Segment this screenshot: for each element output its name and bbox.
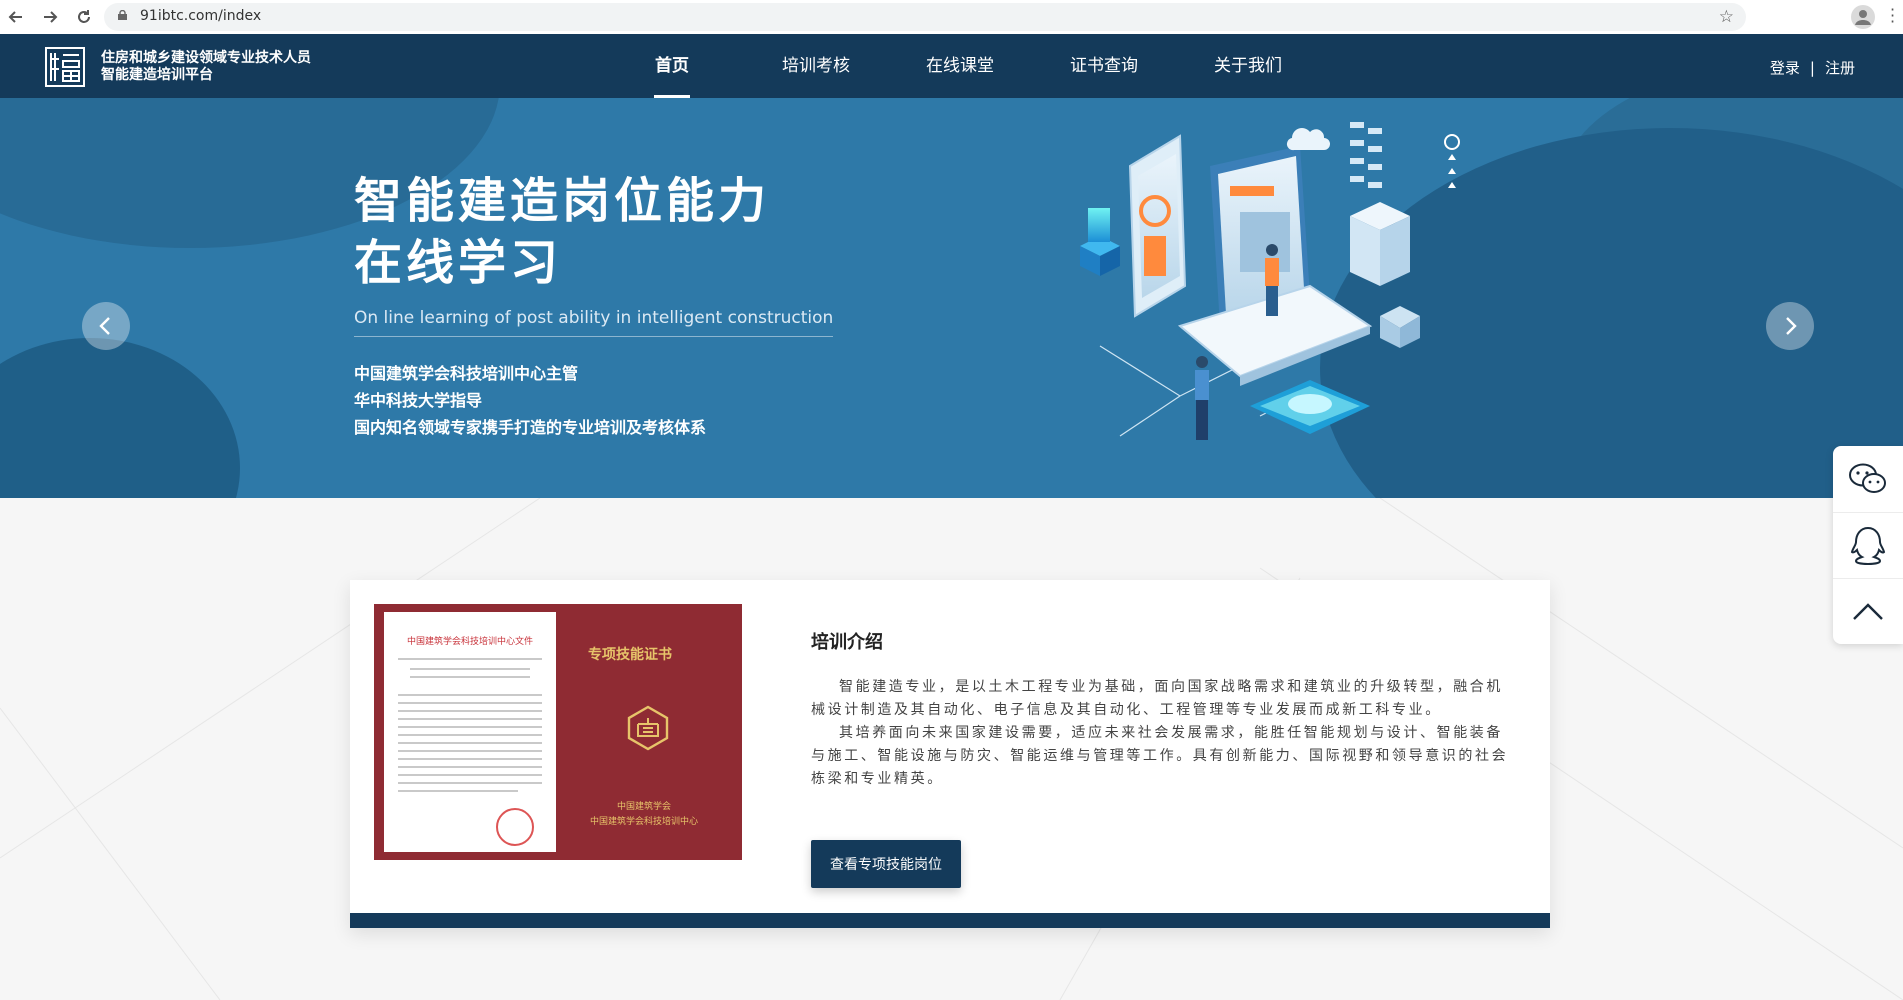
site-header: 住房和城乡建设领域专业技术人员 智能建造培训平台 首页 培训考核 在线课堂 证书… [0, 34, 1903, 98]
register-link[interactable]: 注册 [1825, 59, 1855, 77]
hero-banner: 智能建造岗位能力 在线学习 On line learning of post a… [0, 98, 1903, 498]
issuer-line1: 中国建筑学会 [616, 802, 671, 812]
main-nav: 首页 培训考核 在线课堂 证书查询 关于我们 [600, 34, 1320, 98]
view-special-skills-button[interactable]: 查看专项技能岗位 [811, 840, 961, 888]
certificate-issuer: 中国建筑学会 中国建筑学会科技培训中心 [574, 800, 714, 830]
address-bar[interactable]: 91ibtc.com/index ☆ [104, 3, 1746, 31]
certificate-emblem-icon [627, 705, 669, 751]
carousel-next-button[interactable] [1766, 302, 1814, 350]
kebab-icon[interactable]: · · · [1890, 2, 1895, 30]
site-logo-icon[interactable] [45, 47, 85, 87]
banner-decoration [0, 338, 240, 498]
card-bottom-bar [350, 913, 1550, 928]
carousel-prev-button[interactable] [82, 302, 130, 350]
banner-illustration [1080, 122, 1460, 440]
nav-training-exam[interactable]: 培训考核 [744, 34, 888, 98]
certificate-image: 中国建筑学会科技培训中心文件 专项技能证书 中国建筑学会 中国建筑学会科技培训中… [374, 604, 742, 860]
banner-bullets: 中国建筑学会科技培训中心主管 华中科技大学指导 国内知名领域专家携手打造的专业培… [354, 360, 706, 441]
banner-bullet: 中国建筑学会科技培训中心主管 [354, 364, 579, 383]
nav-about-us[interactable]: 关于我们 [1176, 34, 1320, 98]
certificate-document: 中国建筑学会科技培训中心文件 [384, 612, 556, 852]
lock-icon [118, 10, 127, 20]
issuer-line2: 中国建筑学会科技培训中心 [589, 817, 698, 827]
nav-certificate-query[interactable]: 证书查询 [1032, 34, 1176, 98]
auth-links: 登录 | 注册 [1770, 57, 1855, 78]
banner-headline: 智能建造岗位能力 在线学习 [354, 170, 770, 294]
nav-online-classroom[interactable]: 在线课堂 [888, 34, 1032, 98]
banner-bullet: 国内知名领域专家携手打造的专业培训及考核体系 [354, 418, 707, 437]
banner-headline-line1: 智能建造岗位能力 [354, 173, 771, 229]
certificate-cover-title: 专项技能证书 [588, 647, 672, 663]
url-text[interactable]: 91ibtc.com/index [140, 8, 261, 24]
banner-headline-line2: 在线学习 [354, 235, 563, 291]
account-icon[interactable] [1851, 5, 1875, 29]
intro-title: 培训介绍 [811, 632, 883, 653]
training-intro-card: 中国建筑学会科技培训中心文件 专项技能证书 中国建筑学会 中国建筑学会科技培训中… [350, 580, 1550, 928]
arrow-left-icon[interactable] [4, 5, 28, 29]
intro-paragraph: 智能建造专业，是以土木工程专业为基础，面向国家战略需求和建筑业的升级转型，融合机… [811, 679, 1503, 718]
intro-description: 智能建造专业，是以土木工程专业为基础，面向国家战略需求和建筑业的升级转型，融合机… [811, 676, 1517, 791]
arrow-right-icon[interactable] [38, 5, 62, 29]
banner-bullet: 华中科技大学指导 [354, 391, 483, 410]
reload-icon[interactable] [72, 5, 96, 29]
intro-paragraph: 其培养面向未来国家建设需要，适应未来社会发展需求，能胜任智能规划与设计、智能装备… [811, 725, 1509, 787]
chevron-right-icon [1786, 317, 1797, 335]
nav-home[interactable]: 首页 [600, 34, 744, 98]
login-link[interactable]: 登录 [1770, 59, 1800, 77]
browser-toolbar: 91ibtc.com/index ☆ · · · [0, 0, 1903, 35]
site-name-line1: 住房和城乡建设领域专业技术人员 [101, 50, 311, 66]
banner-subline: On line learning of post ability in inte… [354, 308, 834, 337]
document-title: 中国建筑学会科技培训中心文件 [406, 637, 533, 647]
site-name-line2: 智能建造培训平台 [101, 67, 213, 83]
wechat-icon [1849, 463, 1886, 493]
chevron-left-icon [99, 317, 110, 335]
auth-separator: | [1809, 59, 1815, 77]
star-icon[interactable]: ☆ [1719, 7, 1734, 27]
site-name[interactable]: 住房和城乡建设领域专业技术人员 智能建造培训平台 [101, 50, 311, 84]
document-seal [496, 808, 534, 846]
